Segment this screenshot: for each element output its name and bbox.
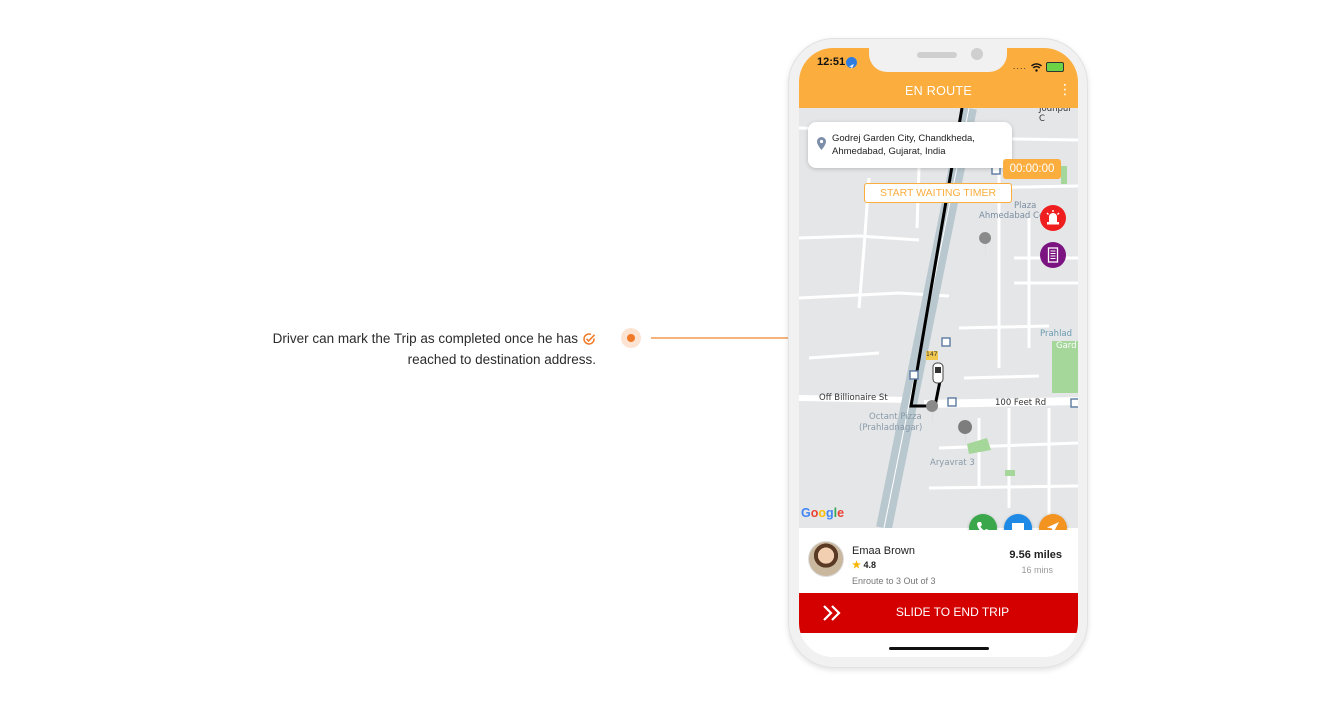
star-icon: ★: [852, 560, 861, 571]
battery-charging-icon: [1046, 61, 1064, 72]
rider-rating: ★ 4.8: [852, 560, 876, 571]
map-label-ahmedabad: Ahmedabad Ce: [979, 211, 1045, 221]
map-view[interactable]: Jodhpur C Plaza Ahmedabad Ce Prahlad Gar…: [799, 108, 1078, 528]
trip-progress: Enroute to 3 Out of 3: [852, 576, 936, 586]
phone-screen: 12:51 .... EN ROUTE ⋮ Jodhpur C Plaza Ah…: [799, 48, 1078, 657]
map-label-100-feet-rd: 100 Feet Rd: [995, 398, 1047, 408]
slide-to-end-trip[interactable]: SLIDE TO END TRIP: [799, 593, 1078, 633]
phone-notch: [869, 48, 1007, 72]
map-label-plaza: Plaza: [1014, 201, 1037, 211]
rider-rating-value: 4.8: [863, 560, 876, 570]
slide-label: SLIDE TO END TRIP: [895, 605, 1010, 619]
bill-button[interactable]: [1040, 242, 1066, 268]
status-time: 12:51: [817, 56, 846, 68]
app-header: 12:51 .... EN ROUTE ⋮: [799, 48, 1078, 108]
sos-button[interactable]: [1040, 205, 1066, 231]
check-circle-icon: [582, 331, 596, 345]
speaker: [917, 52, 957, 58]
google-attribution: Google: [801, 506, 845, 520]
map-label-octant: Octant Pizza: [869, 412, 922, 422]
annotation-dot: [627, 334, 635, 342]
receipt-icon: [1047, 247, 1059, 263]
annotation-marker: [621, 328, 641, 348]
annotation-line-1: Driver can mark the Trip as completed on…: [272, 331, 578, 346]
trip-distance: 9.56 miles: [1009, 549, 1062, 561]
signal-dots: ....: [1012, 62, 1027, 71]
annotation-line-2: reached to destination address.: [407, 352, 596, 367]
map-label-off-billionaire: Off Billionaire St: [819, 393, 888, 403]
map-label-jodhpur: Jodhpur C: [1039, 108, 1072, 124]
waiting-timer: 00:00:00: [1003, 159, 1061, 179]
destination-address: Godrej Garden City, Chandkheda, Ahmedaba…: [832, 133, 975, 157]
map-pin-icon: [817, 137, 826, 150]
destination-card[interactable]: Godrej Garden City, Chandkheda, Ahmedaba…: [808, 122, 1012, 168]
annotation-leader-line: [651, 337, 791, 339]
map-route-shield: 147: [926, 351, 938, 358]
status-indicators: ....: [1013, 57, 1064, 76]
trip-duration: 16 mins: [1021, 565, 1053, 575]
rider-card: Emaa Brown ★ 4.8 Enroute to 3 Out of 3 9…: [799, 530, 1078, 592]
rider-avatar: [808, 541, 844, 577]
location-arrow-icon: [846, 57, 857, 69]
rider-name: Emaa Brown: [852, 545, 915, 557]
wifi-icon: [1031, 57, 1042, 76]
screen-title: EN ROUTE: [905, 84, 972, 98]
annotation-text: Driver can mark the Trip as completed on…: [240, 328, 596, 370]
home-indicator[interactable]: [889, 647, 989, 650]
map-label-garden: Gard: [1056, 341, 1077, 351]
map-label-prahladnagar: (Prahladnagar): [859, 423, 923, 433]
map-label-prahlad: Prahlad: [1040, 329, 1073, 339]
siren-icon: [1046, 210, 1060, 225]
map-label-aryavrat: Aryavrat 3: [930, 458, 975, 468]
more-vertical-icon[interactable]: ⋮: [1058, 83, 1072, 97]
start-waiting-timer-button[interactable]: START WAITING TIMER: [864, 183, 1012, 203]
camera: [971, 48, 983, 60]
